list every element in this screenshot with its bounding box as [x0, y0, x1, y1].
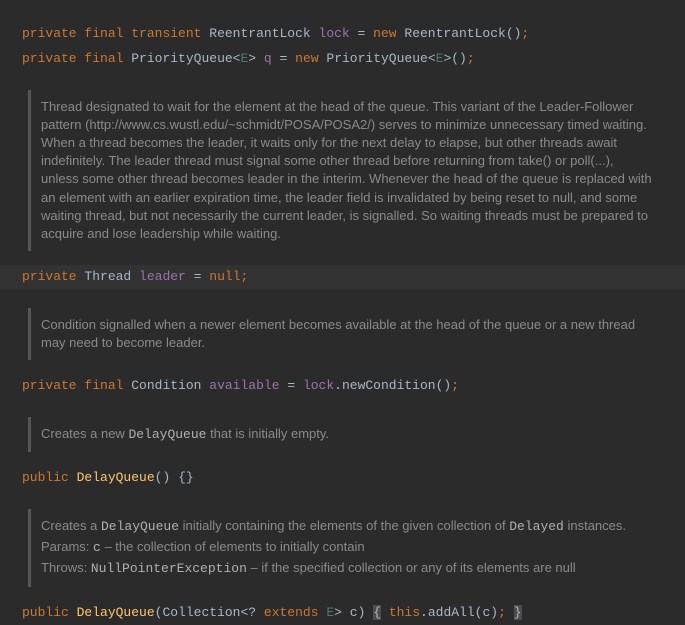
keyword-new: new — [373, 26, 396, 41]
keyword-this: this — [389, 605, 420, 620]
javadoc-leader: Thread designated to wait for the elemen… — [28, 90, 663, 252]
code-line-leader-field[interactable]: private Thread leader = null; — [0, 265, 685, 290]
code-line-ctor-collection[interactable]: public DelayQueue(Collection<? extends E… — [0, 601, 685, 625]
javadoc-ctor-collection: Creates a DelayQueue initially containin… — [28, 509, 663, 587]
code-line-available-field[interactable]: private final Condition available = lock… — [0, 374, 685, 399]
code-line-ctor-empty[interactable]: public DelayQueue() {} — [0, 466, 685, 491]
code-line-lock-field[interactable]: private final transient ReentrantLock lo… — [0, 22, 685, 47]
javadoc-ctor-empty: Creates a new DelayQueue that is initial… — [28, 417, 663, 452]
javadoc-available: Condition signalled when a newer element… — [28, 308, 663, 360]
code-line-queue-field[interactable]: private final PriorityQueue<E> q = new P… — [0, 47, 685, 72]
type-reentrantlock: ReentrantLock — [209, 26, 310, 41]
keyword-null: null — [209, 269, 240, 284]
keyword-private: private — [22, 26, 77, 41]
keyword-transient: transient — [131, 26, 201, 41]
field-leader: leader — [139, 269, 186, 284]
field-lock: lock — [319, 26, 350, 41]
field-q: q — [264, 51, 272, 66]
constructor-delayqueue: DelayQueue — [77, 470, 155, 485]
field-available: available — [209, 378, 279, 393]
keyword-final: final — [84, 26, 123, 41]
